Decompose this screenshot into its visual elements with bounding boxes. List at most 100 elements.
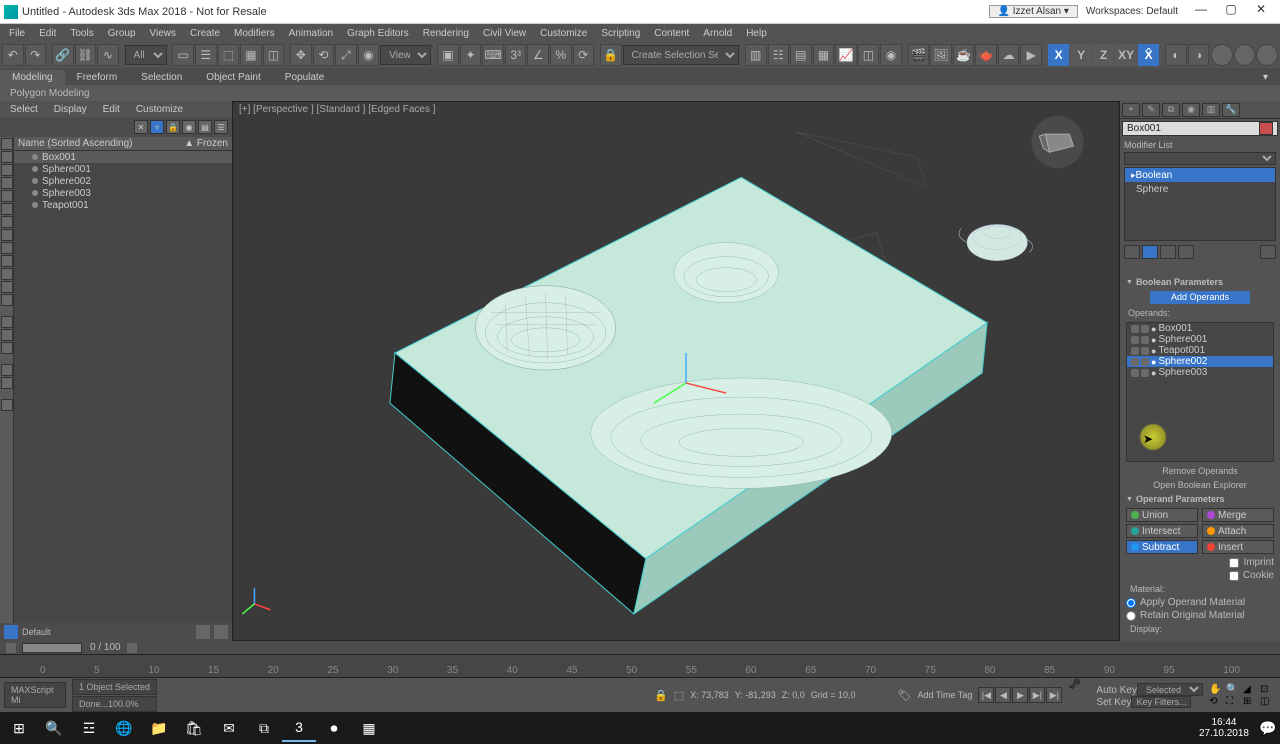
menu-edit[interactable]: Edit bbox=[32, 28, 63, 39]
nav-maxview-button[interactable]: ⛶ bbox=[1226, 696, 1242, 707]
keymode-dropdown[interactable]: Selected bbox=[1137, 683, 1203, 696]
intersect-button[interactable]: Intersect bbox=[1126, 524, 1198, 538]
prev-frame-button2[interactable]: ◀ bbox=[995, 687, 1011, 703]
bind-button[interactable]: ∿ bbox=[97, 44, 119, 66]
refcoord-dropdown[interactable]: View bbox=[380, 45, 431, 65]
layer-swatch-icon[interactable] bbox=[4, 625, 18, 639]
apply-material-radio[interactable]: Apply Operand Material bbox=[1126, 596, 1274, 609]
object-color-swatch[interactable] bbox=[1259, 122, 1273, 135]
mirror-button[interactable]: ▥ bbox=[745, 44, 767, 66]
type-17-icon[interactable] bbox=[1, 364, 13, 376]
keyfilters-button[interactable]: Key Filters... bbox=[1131, 696, 1191, 708]
layer-btn2-icon[interactable] bbox=[214, 625, 228, 639]
axis-xy-button[interactable]: XY bbox=[1115, 44, 1137, 66]
select-name-button[interactable]: ☰ bbox=[195, 44, 217, 66]
menu-arnold[interactable]: Arnold bbox=[696, 28, 739, 39]
align-button[interactable]: ☷ bbox=[768, 44, 790, 66]
tab-objectpaint[interactable]: Object Paint bbox=[194, 70, 272, 85]
remove-mod-button[interactable] bbox=[1178, 245, 1194, 259]
type-18-icon[interactable] bbox=[1, 377, 13, 389]
spinner-snap-button[interactable]: ⟳ bbox=[573, 44, 595, 66]
type-camera-icon[interactable] bbox=[1, 190, 13, 202]
add-operands-button[interactable]: Add Operands bbox=[1150, 291, 1250, 304]
paint-region-button[interactable]: ◫ bbox=[263, 44, 285, 66]
type-9-icon[interactable] bbox=[1, 242, 13, 254]
viewport-label[interactable]: [+] [Perspective ] [Standard ] [Edged Fa… bbox=[239, 104, 436, 115]
axis-xalt-button[interactable]: X̂ bbox=[1138, 44, 1160, 66]
attach-button[interactable]: Attach bbox=[1202, 524, 1274, 538]
vscode-icon[interactable]: ⧉ bbox=[247, 714, 281, 742]
tab-modeling[interactable]: Modeling bbox=[0, 70, 65, 85]
type-space-icon[interactable] bbox=[1, 216, 13, 228]
scene-menu-edit[interactable]: Edit bbox=[95, 104, 128, 115]
ribbon-expand-icon[interactable]: ▾ bbox=[1251, 70, 1280, 85]
modifier-list-dropdown[interactable] bbox=[1124, 152, 1276, 165]
filter-btn-1[interactable]: ✕ bbox=[134, 120, 148, 134]
tab-populate[interactable]: Populate bbox=[273, 70, 336, 85]
autokey-button[interactable]: Auto Key bbox=[1096, 685, 1137, 696]
nav-zoom-button[interactable]: 🔍 bbox=[1226, 684, 1242, 695]
type-19-icon[interactable] bbox=[1, 399, 13, 411]
axis-y-button[interactable]: Y bbox=[1070, 44, 1092, 66]
window-crossing-button[interactable]: ▦ bbox=[240, 44, 262, 66]
type-bone-icon[interactable] bbox=[1, 229, 13, 241]
scene-menu-customize[interactable]: Customize bbox=[128, 104, 191, 115]
remove-operands-button[interactable]: Remove Operands bbox=[1120, 464, 1280, 478]
tab-selection[interactable]: Selection bbox=[129, 70, 194, 85]
isolate-icon[interactable]: ⬚ bbox=[674, 689, 684, 702]
list-item[interactable]: Box001 bbox=[14, 151, 232, 163]
stack-item[interactable]: Sphere bbox=[1125, 182, 1275, 196]
cmd-hierarchy-icon[interactable]: ⧉ bbox=[1162, 103, 1180, 117]
selection-lock-button[interactable]: 🔒 bbox=[600, 44, 622, 66]
manipulate-button[interactable]: ✦ bbox=[460, 44, 482, 66]
rendered-frame-button[interactable]: 🖼 bbox=[930, 44, 952, 66]
placement-button[interactable]: ◉ bbox=[358, 44, 380, 66]
nav-ze-button[interactable]: ⊡ bbox=[1260, 684, 1276, 695]
nav-fov-button[interactable]: ◢ bbox=[1243, 684, 1259, 695]
render-iter-button[interactable]: 🫖 bbox=[975, 44, 997, 66]
operand-item[interactable]: ● Box001 bbox=[1127, 323, 1273, 334]
imprint-check[interactable]: Imprint bbox=[1126, 556, 1274, 569]
notifications-button[interactable]: 💬 bbox=[1258, 714, 1278, 742]
type-all-icon[interactable] bbox=[1, 138, 13, 150]
list-item[interactable]: Sphere003 bbox=[14, 187, 232, 199]
angle-snap-button[interactable]: ∠ bbox=[527, 44, 549, 66]
maximize-button[interactable]: ▢ bbox=[1216, 2, 1246, 22]
schematic-view-button[interactable]: ◫ bbox=[858, 44, 880, 66]
viewport-perspective[interactable]: [+] [Perspective ] [Standard ] [Edged Fa… bbox=[232, 101, 1120, 641]
filter-btn-2[interactable]: ▿ bbox=[150, 120, 164, 134]
type-geom-icon[interactable] bbox=[1, 151, 13, 163]
menu-create[interactable]: Create bbox=[183, 28, 227, 39]
start-button[interactable]: ⊞ bbox=[2, 714, 36, 742]
time-slider[interactable] bbox=[22, 643, 82, 653]
menu-civilview[interactable]: Civil View bbox=[476, 28, 533, 39]
filter-btn-6[interactable]: ☰ bbox=[214, 120, 228, 134]
setkey-button[interactable]: Set Key bbox=[1096, 697, 1131, 708]
type-shape-icon[interactable] bbox=[1, 164, 13, 176]
type-15-icon[interactable] bbox=[1, 329, 13, 341]
unlink-button[interactable]: ⛓ bbox=[75, 44, 97, 66]
chrome-icon[interactable]: 🌐 bbox=[107, 714, 141, 742]
nav-pan-button[interactable]: ✋ bbox=[1209, 684, 1225, 695]
filter-dropdown[interactable]: All bbox=[125, 45, 167, 65]
menu-scripting[interactable]: Scripting bbox=[594, 28, 647, 39]
ribbon-group[interactable]: Polygon Modeling bbox=[0, 88, 100, 99]
type-light-icon[interactable] bbox=[1, 177, 13, 189]
pin-stack-button[interactable] bbox=[1124, 245, 1140, 259]
cmd-utilities-icon[interactable]: 🔧 bbox=[1222, 103, 1240, 117]
explorer-icon[interactable]: 📁 bbox=[142, 714, 176, 742]
time-tag-icon[interactable]: 🏷 bbox=[898, 689, 912, 702]
type-16-icon[interactable] bbox=[1, 342, 13, 354]
store-icon[interactable]: 🛍 bbox=[177, 714, 211, 742]
axis-z-button[interactable]: Z bbox=[1093, 44, 1115, 66]
prev-frame-button[interactable] bbox=[6, 643, 16, 653]
toggle-ribbon-button[interactable]: ▦ bbox=[813, 44, 835, 66]
type-11-icon[interactable] bbox=[1, 268, 13, 280]
unique-button[interactable] bbox=[1160, 245, 1176, 259]
play-button[interactable]: ▶ bbox=[1012, 687, 1028, 703]
list-item[interactable]: Sphere002 bbox=[14, 175, 232, 187]
type-10-icon[interactable] bbox=[1, 255, 13, 267]
configure-button[interactable] bbox=[1260, 245, 1276, 259]
subtract-button[interactable]: Subtract bbox=[1126, 540, 1198, 554]
timeline[interactable]: 0510152025303540455055606570758085909510… bbox=[0, 654, 1280, 678]
